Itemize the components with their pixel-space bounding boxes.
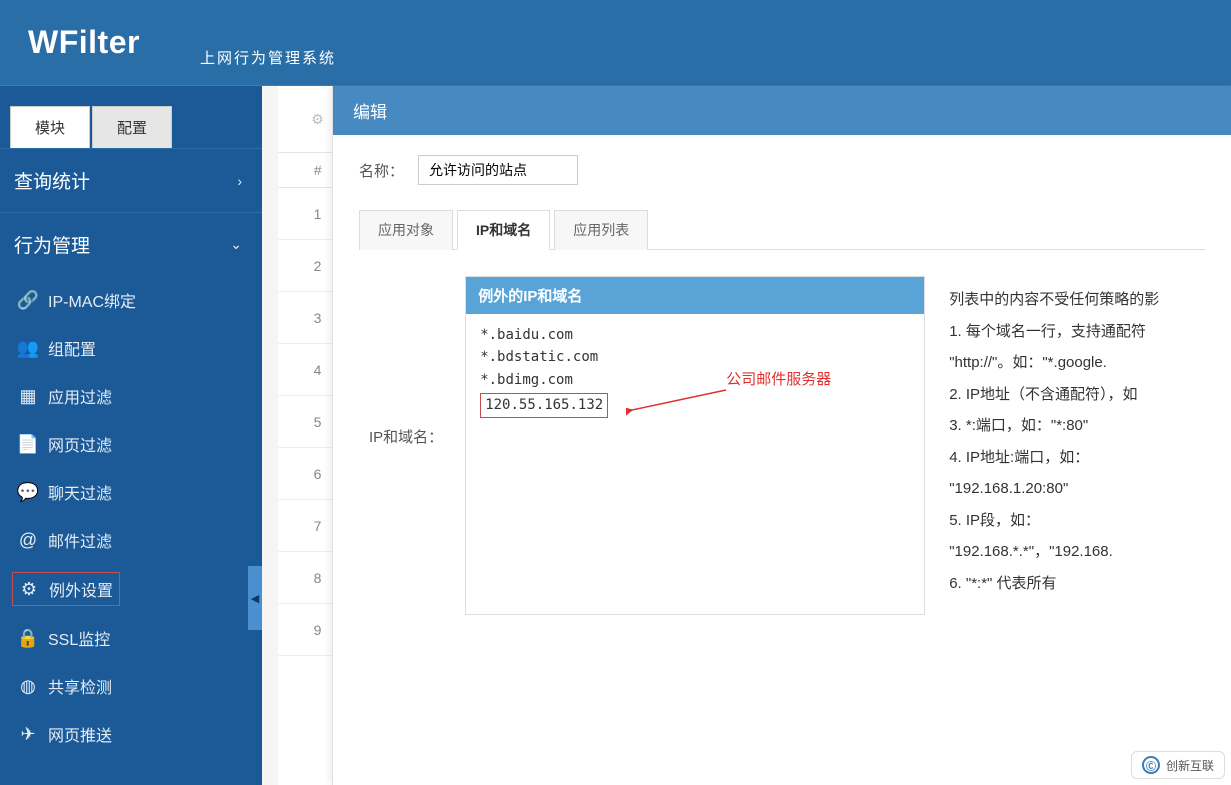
share-icon: ◍ (18, 676, 38, 696)
tab-obj[interactable]: 应用对象 (359, 210, 453, 250)
sidebar-tabs: 模块 配置 (0, 86, 262, 148)
help-line: "192.168.*.*"，"192.168. (949, 536, 1195, 568)
gear-icon[interactable]: ⚙ (311, 111, 324, 128)
page-icon: 📄 (18, 434, 38, 454)
sidebar-item-label: SSL监控 (48, 626, 110, 650)
arrow-icon (626, 388, 736, 418)
sidebar: 模块 配置 查询统计 › 行为管理 ⌄ 🔗 IP-MAC绑定 👥 组配置 ▦ 应用过滤 📄 网… (0, 86, 262, 785)
app-icon: ▦ (18, 386, 38, 406)
push-icon: ✈ (18, 724, 38, 744)
help-line: 1. 每个域名一行，支持通配符 (949, 316, 1195, 348)
sidebar-item-4[interactable]: 💬 聊天过滤 (0, 468, 262, 516)
name-row: 名称： (359, 155, 1205, 185)
main-area: ⚙ # 123456789 编辑 名称： 应用对象IP和域名应用列表 IP和域名… (262, 86, 1231, 785)
sidebar-item-9[interactable]: ✈ 网页推送 (0, 710, 262, 758)
sidebar-tab-module[interactable]: 模块 (10, 106, 90, 148)
watermark-text: 创新互联 (1166, 757, 1214, 774)
sidebar-item-label: 共享检测 (48, 674, 112, 698)
help-line: "http://"。如："*.google. (949, 347, 1195, 379)
ip-domain-panel: 例外的IP和域名 *.baidu.com*.bdstatic.com*.bdim… (465, 276, 925, 615)
sidebar-item-label: 聊天过滤 (48, 480, 112, 504)
watermark: Ⓒ 创新互联 (1131, 751, 1225, 779)
section-header-behavior[interactable]: 行为管理 ⌄ (0, 213, 262, 276)
edit-panel: 编辑 名称： 应用对象IP和域名应用列表 IP和域名： 例外的IP和域名 *.b… (332, 86, 1231, 785)
lock-icon: 🔒 (18, 628, 38, 648)
annotation-label: 公司邮件服务器 (726, 368, 831, 392)
sidebar-item-7[interactable]: 🔒 SSL监控 (0, 614, 262, 662)
sidebar-item-label: IP-MAC绑定 (48, 288, 136, 312)
section-header-query[interactable]: 查询统计 › (0, 149, 262, 212)
group-icon: 👥 (18, 338, 38, 358)
sidebar-item-1[interactable]: 👥 组配置 (0, 324, 262, 372)
name-input[interactable] (418, 155, 578, 185)
gear-icon: ⚙ (19, 579, 39, 599)
chat-icon: 💬 (18, 482, 38, 502)
tab-ip[interactable]: IP和域名 (457, 210, 550, 250)
help-line: "192.168.1.20:80" (949, 473, 1195, 505)
name-label: 名称： (359, 160, 404, 181)
field-label-ip: IP和域名： (369, 426, 443, 447)
sidebar-item-label: 邮件过滤 (48, 528, 112, 552)
sidebar-item-label: 例外设置 (49, 577, 113, 601)
tab-apps[interactable]: 应用列表 (554, 210, 648, 250)
section-behavior: 行为管理 ⌄ 🔗 IP-MAC绑定 👥 组配置 ▦ 应用过滤 📄 网页过滤 💬 聊天过滤 @ 邮件过滤… (0, 212, 262, 758)
help-line: 列表中的内容不受任何策略的影 (949, 284, 1195, 316)
highlighted-ip-line: 120.55.165.132 (480, 393, 608, 417)
sidebar-collapse-handle[interactable]: ◀ (248, 566, 262, 630)
sidebar-item-2[interactable]: ▦ 应用过滤 (0, 372, 262, 420)
sidebar-item-5[interactable]: @ 邮件过滤 (0, 516, 262, 564)
sidebar-item-label: 组配置 (48, 336, 96, 360)
section-query: 查询统计 › (0, 148, 262, 212)
section-title: 查询统计 (14, 167, 90, 194)
watermark-logo-icon: Ⓒ (1142, 756, 1160, 774)
domain-line: *.bdstatic.com (480, 346, 910, 368)
panel-title: 编辑 (333, 86, 1231, 135)
chevron-down-icon: ⌄ (230, 236, 242, 253)
app-header: WFilter 上网行为管理系统 (0, 0, 1231, 86)
logo-sub: 上网行为管理系统 (200, 47, 336, 68)
logo-main: WFilter (28, 24, 140, 61)
chevron-right-icon: › (237, 173, 242, 189)
help-line: 2. IP地址（不含通配符），如 (949, 379, 1195, 411)
sidebar-tab-config[interactable]: 配置 (92, 106, 172, 148)
help-line: 5. IP段，如： (949, 505, 1195, 537)
sidebar-item-8[interactable]: ◍ 共享检测 (0, 662, 262, 710)
ip-domain-textarea[interactable]: *.baidu.com*.bdstatic.com*.bdimg.com 120… (466, 314, 924, 614)
domain-line: *.baidu.com (480, 324, 910, 346)
help-text: 列表中的内容不受任何策略的影1. 每个域名一行，支持通配符"http://"。如… (949, 276, 1195, 615)
help-line: 3. *:端口，如："*:80" (949, 410, 1195, 442)
tab-content: IP和域名： 例外的IP和域名 *.baidu.com*.bdstatic.co… (359, 250, 1205, 625)
mail-icon: @ (18, 530, 38, 550)
link-icon: 🔗 (18, 290, 38, 310)
sidebar-item-label: 应用过滤 (48, 384, 112, 408)
panel-tabs: 应用对象IP和域名应用列表 (359, 209, 1205, 250)
help-line: 4. IP地址:端口，如： (949, 442, 1195, 474)
help-line: 6. "*:*" 代表所有 (949, 568, 1195, 600)
sidebar-item-0[interactable]: 🔗 IP-MAC绑定 (0, 276, 262, 324)
sidebar-item-label: 网页推送 (48, 722, 112, 746)
sidebar-item-6[interactable]: ⚙ 例外设置 (0, 564, 262, 614)
sidebar-item-3[interactable]: 📄 网页过滤 (0, 420, 262, 468)
section-title: 行为管理 (14, 231, 90, 258)
sidebar-item-label: 网页过滤 (48, 432, 112, 456)
inner-panel-title: 例外的IP和域名 (466, 277, 924, 314)
